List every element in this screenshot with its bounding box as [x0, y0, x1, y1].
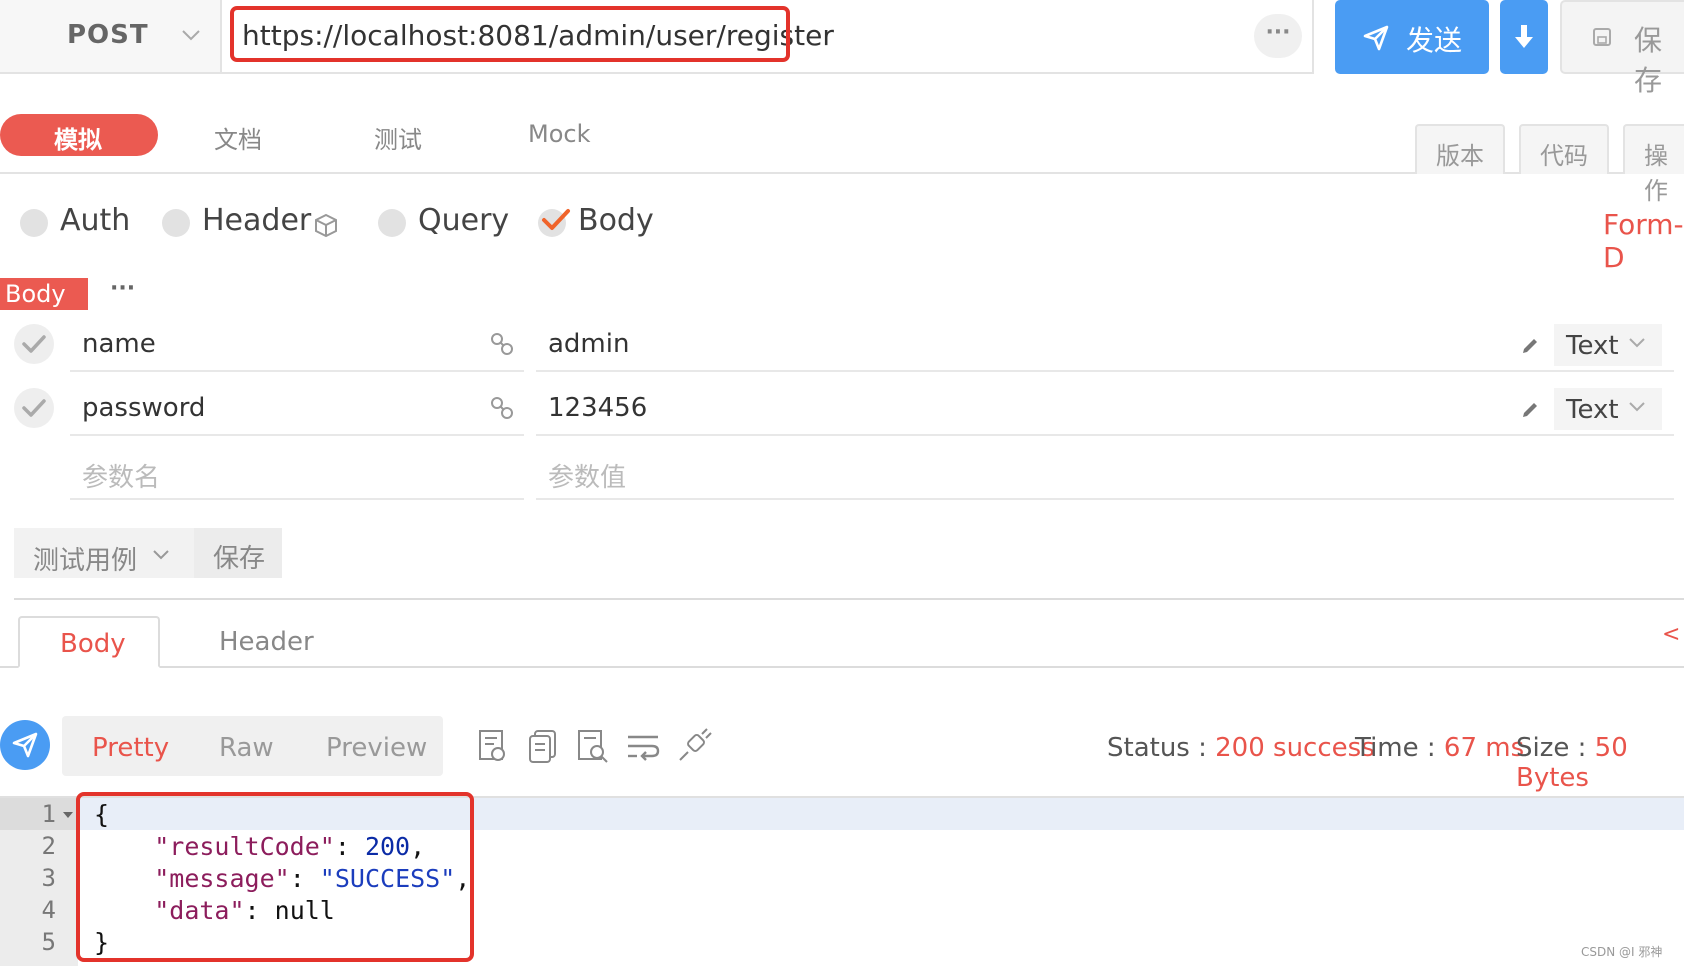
line-number: 4 [41, 896, 56, 924]
tab-mock[interactable]: Mock [528, 120, 590, 148]
watermark: CSDN @I 邪神 [1581, 945, 1663, 959]
edit-pencil-icon[interactable] [1520, 400, 1540, 420]
status-readout: Status : 200 success [1107, 733, 1375, 763]
size-readout: Size : 50 Bytes [1516, 733, 1684, 793]
test-case-label: 测试用例 [33, 546, 138, 576]
check-icon [22, 335, 46, 353]
tab-test[interactable]: 测试 [374, 120, 422, 155]
word-wrap-icon[interactable] [625, 728, 661, 764]
line-number: 1 [41, 800, 56, 828]
param-value[interactable]: admin [548, 329, 629, 359]
view-raw[interactable]: Raw [219, 733, 274, 763]
body-tag-label: Body [5, 280, 66, 308]
response-tab-body-label: Body [60, 629, 126, 659]
body-label: Body [578, 203, 654, 238]
param-value-underline [536, 434, 1674, 436]
param-value-placeholder[interactable]: 参数值 [548, 457, 626, 494]
line-number: 2 [41, 832, 56, 860]
param-value[interactable]: 123456 [548, 393, 647, 423]
time-label: Time : [1355, 733, 1444, 763]
auth-label: Auth [60, 203, 131, 238]
fold-arrow-icon[interactable] [62, 810, 74, 820]
param-value-underline [536, 498, 1674, 500]
param-name[interactable]: name [82, 329, 156, 359]
response-tab-header[interactable]: Header [219, 627, 314, 657]
send-label: 发送 [1406, 24, 1463, 57]
collapse-button[interactable]: < [1662, 622, 1680, 647]
send-icon [12, 732, 38, 758]
query-label: Query [418, 203, 510, 238]
param-name-underline [70, 498, 524, 500]
check-icon [22, 399, 46, 417]
checkmark-icon [542, 209, 570, 230]
method-label: POST [67, 20, 149, 50]
tab-actions-label: 操作 [1644, 142, 1668, 205]
link-icon[interactable] [490, 396, 514, 420]
section-divider [14, 598, 1684, 600]
view-pretty[interactable]: Pretty [92, 733, 169, 763]
param-name-underline [70, 370, 524, 372]
chevron-down-icon [1629, 402, 1645, 412]
floppy-disk-icon [1593, 28, 1611, 46]
body-format-link[interactable]: Form-D [1603, 208, 1684, 274]
header-radio[interactable] [162, 209, 190, 237]
test-case-save-label: 保存 [213, 544, 266, 574]
view-preview[interactable]: Preview [326, 733, 427, 763]
plug-icon[interactable] [676, 728, 712, 764]
edit-pencil-icon[interactable] [1520, 336, 1540, 356]
chevron-down-icon [153, 550, 169, 560]
param-name-underline [70, 434, 524, 436]
tab-version-label: 版本 [1436, 142, 1484, 170]
send-icon [1363, 25, 1389, 51]
param-type-label: Text [1566, 331, 1619, 361]
line-number: 3 [41, 864, 56, 892]
param-value-underline [536, 370, 1674, 372]
url-more-button[interactable]: ··· [1254, 14, 1302, 58]
tab-code-label: 代码 [1540, 142, 1588, 170]
time-value: 67 ms [1443, 733, 1525, 763]
param-name[interactable]: password [82, 393, 205, 423]
header-label: Header [202, 203, 312, 238]
chevron-down-icon [1629, 338, 1645, 348]
url-highlight-box [230, 6, 790, 62]
link-icon[interactable] [490, 332, 514, 356]
response-highlight-box [76, 792, 474, 962]
chevron-down-icon [182, 30, 200, 41]
tab-docs[interactable]: 文档 [214, 120, 262, 155]
size-label: Size : [1516, 733, 1595, 763]
search-doc-icon[interactable] [575, 728, 611, 764]
copy-icon[interactable] [525, 728, 561, 764]
tab-simulate-label: 模拟 [54, 126, 102, 154]
response-tabs-line [0, 666, 1684, 668]
save-request-label: 保存 [1634, 24, 1663, 97]
param-name-placeholder[interactable]: 参数名 [82, 457, 160, 494]
query-radio[interactable] [378, 209, 406, 237]
format-doc-icon[interactable] [474, 728, 510, 764]
time-readout: Time : 67 ms [1355, 733, 1524, 763]
status-label: Status : [1107, 733, 1216, 763]
auth-radio[interactable] [20, 209, 48, 237]
status-value: 200 success [1215, 733, 1375, 763]
body-more-button[interactable]: ··· [110, 276, 135, 301]
param-type-label: Text [1566, 395, 1619, 425]
cube-icon [315, 213, 337, 238]
download-arrow-icon [1515, 25, 1533, 48]
line-number: 5 [41, 928, 56, 956]
